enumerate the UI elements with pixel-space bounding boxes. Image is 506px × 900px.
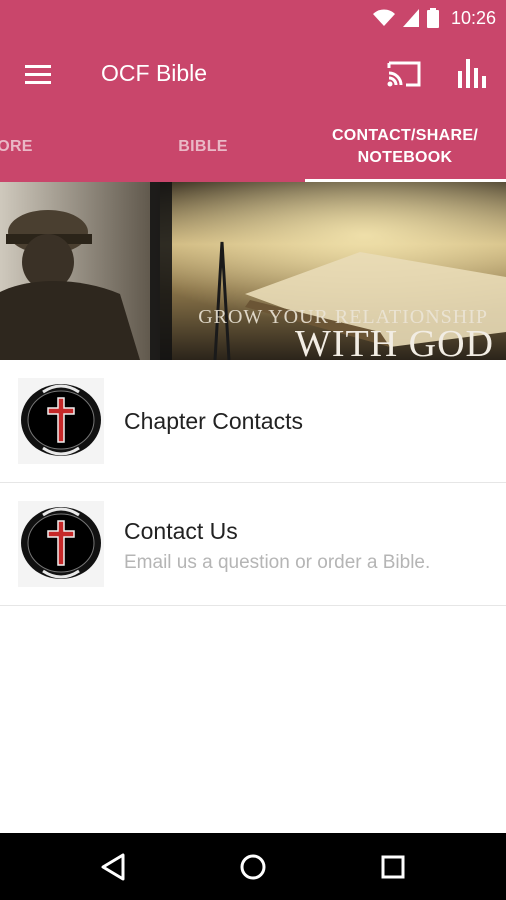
banner-line-2: WITH GOD — [294, 323, 494, 360]
banner-image: GROW YOUR RELATIONSHIP WITH GOD — [0, 182, 506, 360]
status-icons: 10:26 — [372, 6, 496, 30]
recents-icon[interactable] — [373, 847, 413, 887]
app-title: OCF Bible — [101, 60, 208, 86]
tab-bar: ORE BIBLE CONTACT/SHARE/ NOTEBOOK — [0, 112, 506, 182]
stats-icon[interactable] — [456, 56, 490, 90]
battery-icon — [426, 8, 439, 28]
contact-us-title: Contact Us — [124, 518, 238, 544]
menu-icon[interactable] — [22, 58, 56, 92]
ocf-logo-icon — [18, 378, 104, 464]
tab-contact-share-notebook[interactable]: CONTACT/SHARE/ NOTEBOOK — [318, 112, 492, 182]
ocf-logo-icon — [18, 501, 104, 587]
contact-us-subtitle: Email us a question or order a Bible. — [124, 552, 431, 573]
tab-bible[interactable]: BIBLE — [103, 112, 303, 182]
list-item-chapter-contacts[interactable]: Chapter Contacts — [0, 360, 506, 483]
list-item-contact-us[interactable]: Contact Us Email us a question or order … — [0, 483, 506, 606]
navigation-bar — [0, 833, 506, 900]
status-bar: 10:26 — [0, 0, 506, 36]
back-icon[interactable] — [94, 847, 134, 887]
wifi-icon — [372, 9, 395, 26]
contact-list: Chapter Contacts Contact Us Email us a q… — [0, 360, 506, 606]
tab-more[interactable]: ORE — [0, 112, 70, 182]
home-icon[interactable] — [233, 847, 273, 887]
status-time: 10:26 — [450, 7, 496, 28]
signal-icon — [402, 9, 419, 27]
chapter-contacts-title: Chapter Contacts — [124, 408, 303, 434]
app-bar: OCF Bible — [0, 36, 506, 112]
cast-icon[interactable] — [386, 58, 422, 90]
